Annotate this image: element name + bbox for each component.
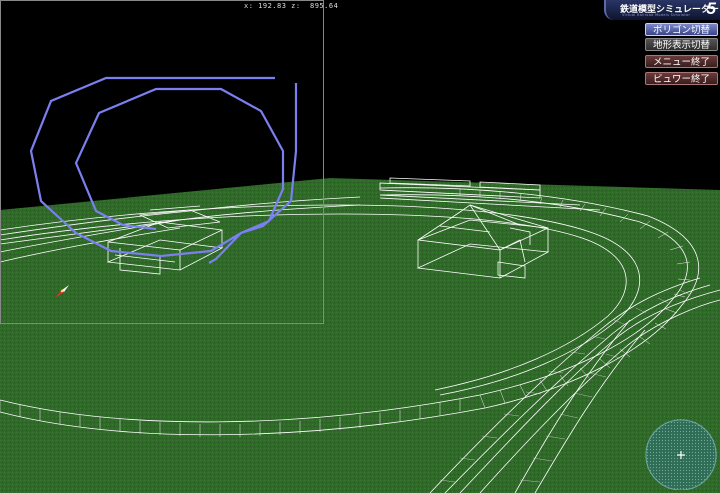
- joystick-pad-icon[interactable]: [643, 415, 718, 490]
- minimap-route: [29, 76, 298, 264]
- app-version-number: 5: [706, 0, 716, 18]
- minimap-overlay[interactable]: x: 192.83 z: 895.64: [0, 0, 338, 324]
- coordinate-readout: x: 192.83 z: 895.64: [244, 2, 339, 10]
- app-subtitle: Virtual Railroad Models Simulator: [622, 13, 691, 17]
- red-white-arrow-cursor-icon: [55, 285, 69, 298]
- app-logo: 鉄道模型シミュレーター Virtual Railroad Models Simu…: [604, 0, 720, 20]
- viewer-stage[interactable]: x: 192.83 z: 895.64 鉄道模型シミュレーター Virtual …: [0, 0, 720, 493]
- polygon-toggle-button[interactable]: ポリゴン切替: [645, 23, 718, 36]
- minimap-outer-path: [29, 76, 285, 258]
- viewer-exit-button[interactable]: ビュワー終了: [645, 72, 718, 85]
- menu-exit-button[interactable]: メニュー終了: [645, 55, 718, 68]
- terrain-toggle-button[interactable]: 地形表示切替: [645, 38, 718, 51]
